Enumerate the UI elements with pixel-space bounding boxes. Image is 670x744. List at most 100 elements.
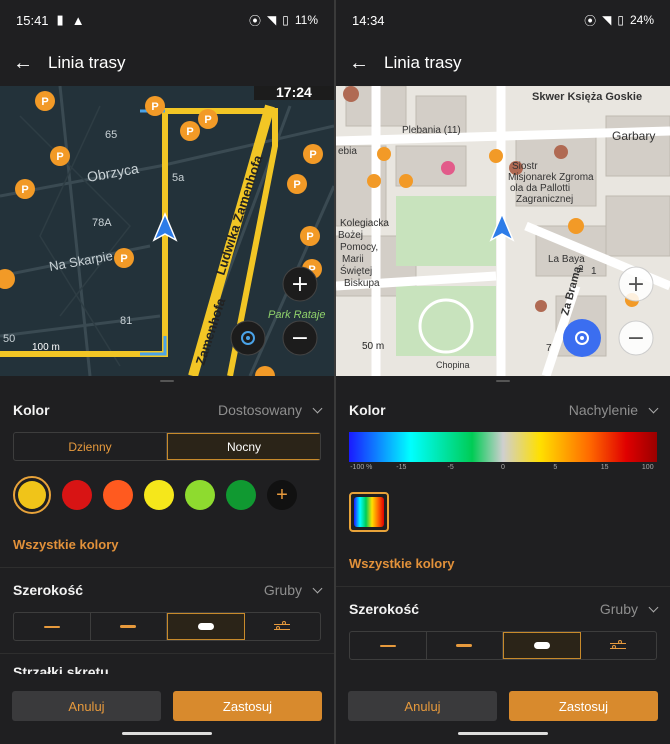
svg-text:+: +: [291, 272, 309, 297]
svg-text:P: P: [306, 231, 313, 243]
map-place: ola da Pallotti: [510, 183, 570, 194]
width-medium-button[interactable]: [427, 632, 503, 659]
width-medium-button[interactable]: [91, 613, 167, 640]
color-dropdown[interactable]: Dostosowany: [217, 402, 323, 418]
status-time: 14:34: [352, 12, 385, 28]
chevron-down-icon: [312, 403, 323, 413]
width-segmented: [13, 612, 321, 641]
width-value: Gruby: [263, 582, 302, 598]
map-place: Pomocy,: [340, 242, 378, 253]
swatch[interactable]: [103, 480, 133, 510]
color-dropdown[interactable]: Nachylenie: [568, 402, 659, 418]
color-row[interactable]: Kolor Dostosowany: [0, 388, 334, 432]
swatch[interactable]: [144, 480, 174, 510]
back-arrow-icon[interactable]: ←: [0, 40, 46, 86]
tune-icon: [274, 621, 291, 632]
map-number: 81: [120, 315, 132, 327]
day-night-segmented: Dzienny Nocny: [13, 432, 321, 461]
map-clock: 17:24: [276, 86, 312, 100]
gradient-tick: -100 %: [350, 464, 373, 471]
page-title: Linia trasy: [48, 53, 126, 72]
app-bar: ← Linia trasy: [0, 40, 334, 86]
status-bar: 14:34 ⦿ ◥ ▯ 24%: [336, 0, 670, 40]
location-icon: ⦿: [584, 13, 597, 28]
width-custom-button[interactable]: [245, 613, 321, 640]
map-place: Marii: [342, 254, 364, 265]
map-place: Biskupa: [344, 278, 380, 289]
add-color-icon[interactable]: +: [267, 480, 297, 510]
swatch[interactable]: [185, 480, 215, 510]
all-colors-link[interactable]: Wszystkie kolory: [336, 540, 670, 586]
sheet-handle[interactable]: [496, 380, 510, 382]
width-row[interactable]: Szerokość Gruby: [336, 587, 670, 631]
swatch-inner: [18, 481, 46, 509]
map-number: 78A: [92, 217, 112, 229]
svg-text:P: P: [186, 126, 193, 138]
swatch[interactable]: [62, 480, 92, 510]
tab-day[interactable]: Dzienny: [14, 433, 167, 460]
map-preview[interactable]: PPPPPPPPPPP Obrzyca Na Skarpie 65 5a 78A…: [0, 86, 334, 376]
location-icon: ⦿: [249, 13, 262, 28]
map-place: Zagranicznej: [516, 194, 573, 205]
cancel-button[interactable]: Anuluj: [348, 691, 497, 721]
tune-icon: [610, 640, 627, 651]
width-thin-button[interactable]: [14, 613, 91, 640]
map-place: Plebania (11): [402, 125, 461, 136]
width-thin-button[interactable]: [350, 632, 427, 659]
color-row[interactable]: Kolor Nachylenie: [336, 388, 670, 432]
sheet-handle[interactable]: [160, 380, 174, 382]
map-preview[interactable]: Plebania (11) Siostr Misjonarek Zgroma o…: [336, 86, 670, 376]
width-thick-button[interactable]: [503, 632, 581, 659]
svg-text:P: P: [56, 151, 63, 163]
nav-gesture-pill: [458, 732, 548, 735]
tab-night[interactable]: Nocny: [167, 433, 320, 460]
width-label: Szerokość: [349, 601, 420, 617]
color-label: Kolor: [349, 402, 386, 418]
slope-gradient-legend: [349, 432, 657, 462]
svg-text:−: −: [627, 326, 645, 351]
battery-saver-icon: ▮: [56, 12, 64, 27]
svg-text:P: P: [21, 184, 28, 196]
map-scale: 50 m: [362, 341, 384, 352]
svg-text:P: P: [41, 96, 48, 108]
gradient-tick: 100: [641, 464, 654, 471]
wifi-icon: ◥: [267, 13, 277, 27]
map-number: 7: [546, 343, 552, 354]
svg-text:P: P: [293, 179, 300, 191]
width-row[interactable]: Szerokość Gruby: [0, 568, 334, 612]
park-label: Park Rataje: [268, 309, 325, 321]
page-title: Linia trasy: [384, 53, 462, 72]
navigation-icon: ▲: [71, 12, 85, 28]
map-place: Garbary: [612, 129, 655, 143]
color-value: Nachylenie: [568, 402, 638, 418]
width-value: Gruby: [599, 601, 638, 617]
all-colors-link[interactable]: Wszystkie kolory: [0, 521, 334, 567]
swatch-selected[interactable]: [13, 476, 51, 514]
phone-right: 14:34 ⦿ ◥ ▯ 24% ← Linia trasy Plebania (…: [336, 0, 670, 744]
wifi-icon: ◥: [602, 13, 612, 27]
back-arrow-icon[interactable]: ←: [336, 40, 382, 86]
width-dropdown[interactable]: Gruby: [263, 582, 323, 598]
map-number: 1: [591, 266, 597, 277]
line-medium-icon: [120, 625, 137, 628]
battery-icon: ▯: [617, 13, 624, 27]
gradient-tick: 15: [600, 464, 609, 471]
gradient-ticks: -100 % -15 -5 0 5 15 100: [349, 464, 657, 476]
map-place: Świętej: [340, 264, 372, 277]
swatch[interactable]: [226, 480, 256, 510]
width-custom-button[interactable]: [581, 632, 657, 659]
gradient-tick: 0: [501, 464, 505, 471]
nav-gesture-pill: [122, 732, 212, 735]
svg-text:P: P: [151, 101, 158, 113]
width-dropdown[interactable]: Gruby: [599, 601, 659, 617]
gradient-swatch-selected[interactable]: [349, 492, 389, 532]
chevron-down-icon: [648, 403, 659, 413]
width-thick-button[interactable]: [167, 613, 245, 640]
svg-text:−: −: [291, 326, 309, 351]
apply-button[interactable]: Zastosuj: [173, 691, 322, 721]
map-number: 65: [105, 129, 117, 141]
cancel-button[interactable]: Anuluj: [12, 691, 161, 721]
apply-button[interactable]: Zastosuj: [509, 691, 658, 721]
color-value: Dostosowany: [217, 402, 302, 418]
svg-text:P: P: [204, 114, 211, 126]
